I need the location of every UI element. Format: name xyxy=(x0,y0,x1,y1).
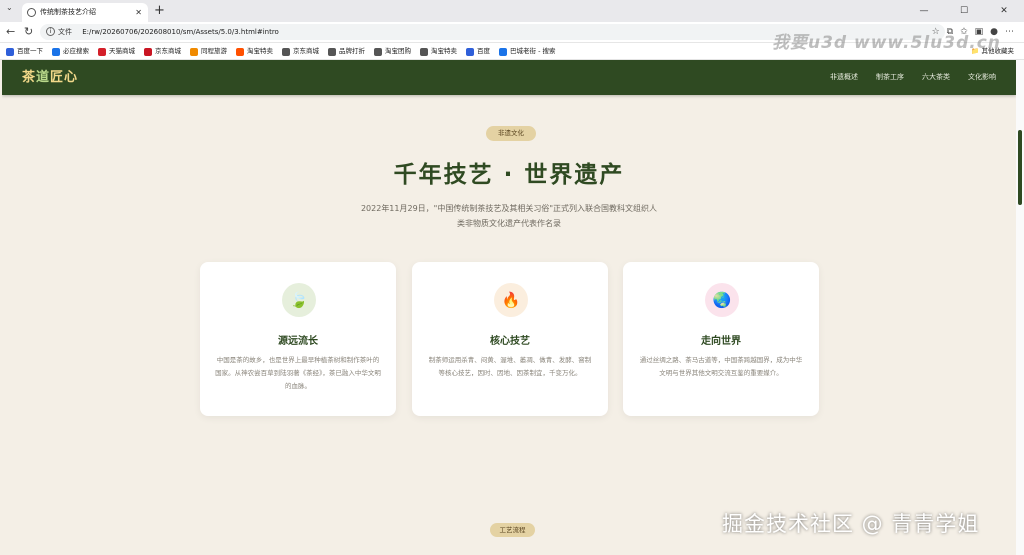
bookmark-favicon-icon xyxy=(98,47,106,56)
minimize-icon[interactable]: — xyxy=(904,0,944,22)
bookmark-label: 巴城老街 - 搜索 xyxy=(510,47,556,55)
card-text: 中国是茶的故乡，也是世界上最早种植茶树和制作茶叶的国家。从神农尝百草到陆羽著《茶… xyxy=(215,356,381,390)
bookmark-item[interactable]: 百度一下 xyxy=(6,43,43,60)
description-line-1: 2022年11月29日，"中国传统制茶技艺及其相关习俗"正式列入联合国教科文组织… xyxy=(360,204,658,213)
nav-item-tea-types[interactable]: 六大茶类 xyxy=(922,60,950,95)
new-tab-button[interactable]: + xyxy=(154,2,165,20)
bookmark-item[interactable]: 淘宝团购 xyxy=(374,43,411,60)
bookmark-label: 百度一下 xyxy=(17,47,43,55)
bookmark-item[interactable]: 百度 xyxy=(466,43,490,60)
bookmark-favicon-icon xyxy=(144,47,152,56)
bookmark-favicon-icon xyxy=(420,47,428,56)
info-icon[interactable]: i xyxy=(46,27,55,36)
bookmark-item[interactable]: 淘宝特卖 xyxy=(236,43,273,60)
bookmark-favicon-icon xyxy=(328,47,336,56)
bookmark-item[interactable]: 淘宝特卖 xyxy=(420,43,457,60)
globe-icon: 🌏 xyxy=(705,283,739,317)
nav-item-overview[interactable]: 非遗概述 xyxy=(830,60,858,95)
bookmark-label: 京东商城 xyxy=(293,47,319,55)
logo-char-3: 匠心 xyxy=(50,70,79,85)
bookmark-item[interactable]: 品牌打折 xyxy=(328,43,365,60)
bookmark-item[interactable]: 天猫商城 xyxy=(98,43,135,60)
page-content: 茶道匠心 非遗概述 制茶工序 六大茶类 文化影响 非遗文化 千年技艺 · 世界遗… xyxy=(2,60,1016,555)
feature-card-history: 🍃 源远流长 中国是茶的故乡，也是世界上最早种植茶树和制作茶叶的国家。从神农尝百… xyxy=(200,262,396,416)
fire-icon: 🔥 xyxy=(494,283,528,317)
section-description: 2022年11月29日，"中国传统制茶技艺及其相关习俗"正式列入联合国教科文组织… xyxy=(349,201,669,231)
bookmark-favicon-icon xyxy=(374,47,382,56)
bookmark-item[interactable]: 巴城老街 - 搜索 xyxy=(499,43,555,60)
card-text: 通过丝绸之路、茶马古道等，中国茶跨越国界，成为中华文明与世界其他文明交流互鉴的重… xyxy=(639,356,803,377)
nav-item-process[interactable]: 制茶工序 xyxy=(876,60,904,95)
section-badge: 非遗文化 xyxy=(486,126,536,141)
card-title: 走向世界 xyxy=(701,336,741,347)
bookmark-favicon-icon xyxy=(236,47,244,56)
feature-card-world: 🌏 走向世界 通过丝绸之路、茶马古道等，中国茶跨越国界，成为中华文明与世界其他文… xyxy=(623,262,819,416)
reload-button[interactable]: ↻ xyxy=(24,24,33,40)
globe-icon xyxy=(27,8,36,17)
bookmark-item[interactable]: 必应搜索 xyxy=(52,43,89,60)
bookmark-label: 必应搜索 xyxy=(63,47,89,55)
url-scheme-label: 文件 xyxy=(58,28,72,36)
tab-list-icon[interactable]: ⌄ xyxy=(6,3,13,12)
card-title: 源远流长 xyxy=(278,336,318,347)
feature-card-skills: 🔥 核心技艺 制茶师运用杀青、闷黄、渥堆、萎凋、做青、发酵、窨制等核心技艺，因时… xyxy=(412,262,608,416)
bookmark-favicon-icon xyxy=(499,47,507,56)
bookmark-label: 淘宝团购 xyxy=(385,47,411,55)
window-controls: — ☐ ✕ xyxy=(904,0,1024,22)
watermark-top: 我要u3d www.5lu3d.cn xyxy=(772,33,1001,53)
bookmark-favicon-icon xyxy=(6,47,14,56)
bookmark-favicon-icon xyxy=(466,47,474,56)
bookmark-item[interactable]: 京东商城 xyxy=(144,43,181,60)
tab-title: 传统制茶技艺介绍 xyxy=(40,8,96,16)
site-header: 茶道匠心 非遗概述 制茶工序 六大茶类 文化影响 xyxy=(2,60,1016,95)
bookmark-item[interactable]: 京东商城 xyxy=(282,43,319,60)
card-text: 制茶师运用杀青、闷黄、渥堆、萎凋、做青、发酵、窨制等核心技艺，因时、因地、因茶制… xyxy=(428,356,592,377)
more-menu-icon[interactable]: ⋯ xyxy=(1005,24,1014,40)
browser-tab-bar: ⌄ 传统制茶技艺介绍 ✕ + — ☐ ✕ xyxy=(0,0,1024,22)
leaf-icon: 🍃 xyxy=(282,283,316,317)
bookmark-favicon-icon xyxy=(190,47,198,56)
site-nav: 非遗概述 制茶工序 六大茶类 文化影响 xyxy=(830,60,996,95)
bookmark-label: 同程旅游 xyxy=(201,47,227,55)
bookmark-list: 百度一下 必应搜索 天猫商城 京东商城 同程旅游 淘宝特卖 京东商城 品牌打折 淘宝团购 淘宝特卖… xyxy=(6,43,564,60)
bookmark-label: 淘宝特卖 xyxy=(431,47,457,55)
url-text: E:/rw/20260706/202608010/sm/Assets/5.0/3… xyxy=(82,28,279,36)
next-section-badge: 工艺流程 xyxy=(490,523,535,537)
bookmark-label: 淘宝特卖 xyxy=(247,47,273,55)
bookmark-item[interactable]: 同程旅游 xyxy=(190,43,227,60)
bookmark-favicon-icon xyxy=(282,47,290,56)
bookmark-favicon-icon xyxy=(52,47,60,56)
close-tab-icon[interactable]: ✕ xyxy=(135,3,142,22)
description-line-2: 类非物质文化遗产代表作名录 xyxy=(457,219,561,228)
card-title: 核心技艺 xyxy=(490,336,530,347)
nav-item-culture[interactable]: 文化影响 xyxy=(968,60,996,95)
logo-char-1: 茶 xyxy=(22,70,37,85)
close-window-icon[interactable]: ✕ xyxy=(984,0,1024,22)
back-button[interactable]: ← xyxy=(6,24,15,40)
bookmark-label: 品牌打折 xyxy=(339,47,365,55)
watermark-bottom: 掘金技术社区 @ 青青学姐 xyxy=(722,512,980,536)
site-logo[interactable]: 茶道匠心 xyxy=(22,60,78,95)
browser-tab[interactable]: 传统制茶技艺介绍 ✕ xyxy=(22,3,148,22)
logo-char-2: 道 xyxy=(36,70,51,85)
bookmark-label: 京东商城 xyxy=(155,47,181,55)
section-title: 千年技艺 · 世界遗产 xyxy=(393,162,625,188)
scrollbar-thumb[interactable] xyxy=(1018,130,1022,205)
maximize-icon[interactable]: ☐ xyxy=(944,0,984,22)
bookmark-label: 天猫商城 xyxy=(109,47,135,55)
bookmark-label: 百度 xyxy=(477,47,490,55)
